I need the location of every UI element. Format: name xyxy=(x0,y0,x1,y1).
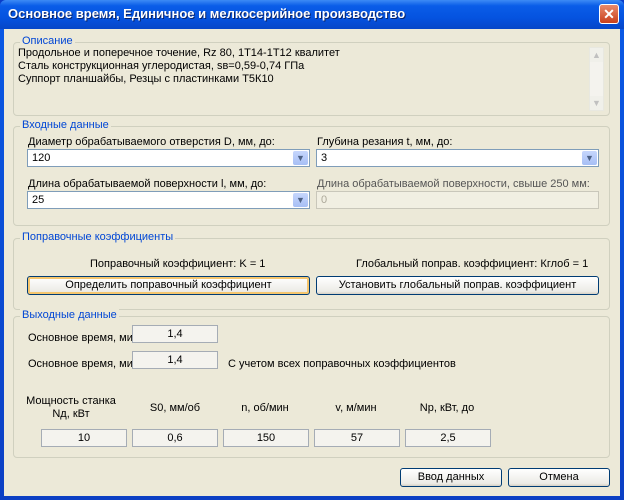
window-title: Основное время, Единичное и мелкосерийно… xyxy=(8,6,406,21)
description-group: Описание Продольное и поперечное точение… xyxy=(13,35,610,116)
speed-value: 57 xyxy=(314,429,400,447)
length-over-value: 0 xyxy=(321,194,328,206)
close-icon[interactable]: ✕ xyxy=(599,4,619,24)
description-line: Продольное и поперечное точение, Rz 80, … xyxy=(18,47,340,59)
main-time-value: 1,4 xyxy=(132,325,218,343)
output-group-label: Выходные данные xyxy=(20,309,119,321)
title-bar: Основное время, Единичное и мелкосерийно… xyxy=(0,0,624,29)
description-line: Сталь конструкционная углеродистая, sв=0… xyxy=(18,60,305,72)
length-over-label: Длина обрабатываемой поверхности, свыше … xyxy=(317,178,590,190)
diameter-label: Диаметр обрабатываемого отверстия D, мм,… xyxy=(28,136,275,148)
rpm-value: 150 xyxy=(223,429,309,447)
description-scrollbar[interactable]: ▲ ▼ xyxy=(589,47,604,111)
main-time2-label: Основное время, мин: xyxy=(28,358,143,370)
correction-group-label: Поправочные коэффициенты xyxy=(20,231,176,243)
power-value: 10 xyxy=(41,429,127,447)
k-text: Поправочный коэффициент: K = 1 xyxy=(90,258,266,270)
input-group: Входные данные Диаметр обрабатываемого о… xyxy=(13,119,610,226)
chevron-down-icon[interactable]: ▼ xyxy=(582,151,597,165)
input-group-label: Входные данные xyxy=(20,119,111,131)
length-label: Длина обрабатываемой поверхности l, мм, … xyxy=(28,178,267,190)
scroll-down-icon[interactable]: ▼ xyxy=(590,96,603,110)
determine-coefficient-button[interactable]: Определить поправочный коэффициент xyxy=(27,276,310,295)
description-text: Продольное и поперечное точение, Rz 80, … xyxy=(18,47,608,113)
length-over-input: 0 xyxy=(316,191,599,209)
dialog-window: Основное время, Единичное и мелкосерийно… xyxy=(0,0,624,500)
correction-group: Поправочные коэффициенты Поправочный коэ… xyxy=(13,231,610,310)
main-time2-value: 1,4 xyxy=(132,351,218,369)
cut-power-header: Np, кВт, до xyxy=(419,402,475,414)
main-time-label: Основное время, мин: xyxy=(28,332,143,344)
depth-value: 3 xyxy=(321,152,328,164)
chevron-down-icon[interactable]: ▼ xyxy=(293,151,308,165)
output-group: Выходные данные Основное время, мин: 1,4… xyxy=(13,309,610,458)
power-header: Мощность станка Nд, кВт xyxy=(26,395,116,420)
description-line: Суппорт планшайбы, Резцы с пластинками Т… xyxy=(18,73,274,85)
feed-header: S0, мм/об xyxy=(149,402,201,414)
rpm-header: n, об/мин xyxy=(241,402,289,414)
speed-header: v, м/мин xyxy=(335,402,377,414)
diameter-select[interactable]: 120 ▼ xyxy=(27,149,310,167)
scroll-up-icon[interactable]: ▲ xyxy=(590,48,603,62)
main-time2-note: С учетом всех поправочных коэффициентов xyxy=(228,358,456,370)
length-select[interactable]: 25 ▼ xyxy=(27,191,310,209)
chevron-down-icon[interactable]: ▼ xyxy=(293,193,308,207)
feed-value: 0,6 xyxy=(132,429,218,447)
depth-label: Глубина резания t, мм, до: xyxy=(317,136,453,148)
set-global-coefficient-button[interactable]: Установить глобальный поправ. коэффициен… xyxy=(316,276,599,295)
depth-select[interactable]: 3 ▼ xyxy=(316,149,599,167)
enter-data-button[interactable]: Ввод данных xyxy=(400,468,502,487)
cancel-button[interactable]: Отмена xyxy=(508,468,610,487)
length-value: 25 xyxy=(32,194,45,206)
dialog-body: Описание Продольное и поперечное точение… xyxy=(4,29,620,496)
kglob-text: Глобальный поправ. коэффициент: Кглоб = … xyxy=(356,258,589,270)
description-group-label: Описание xyxy=(20,35,75,47)
cut-power-value: 2,5 xyxy=(405,429,491,447)
diameter-value: 120 xyxy=(32,152,51,164)
